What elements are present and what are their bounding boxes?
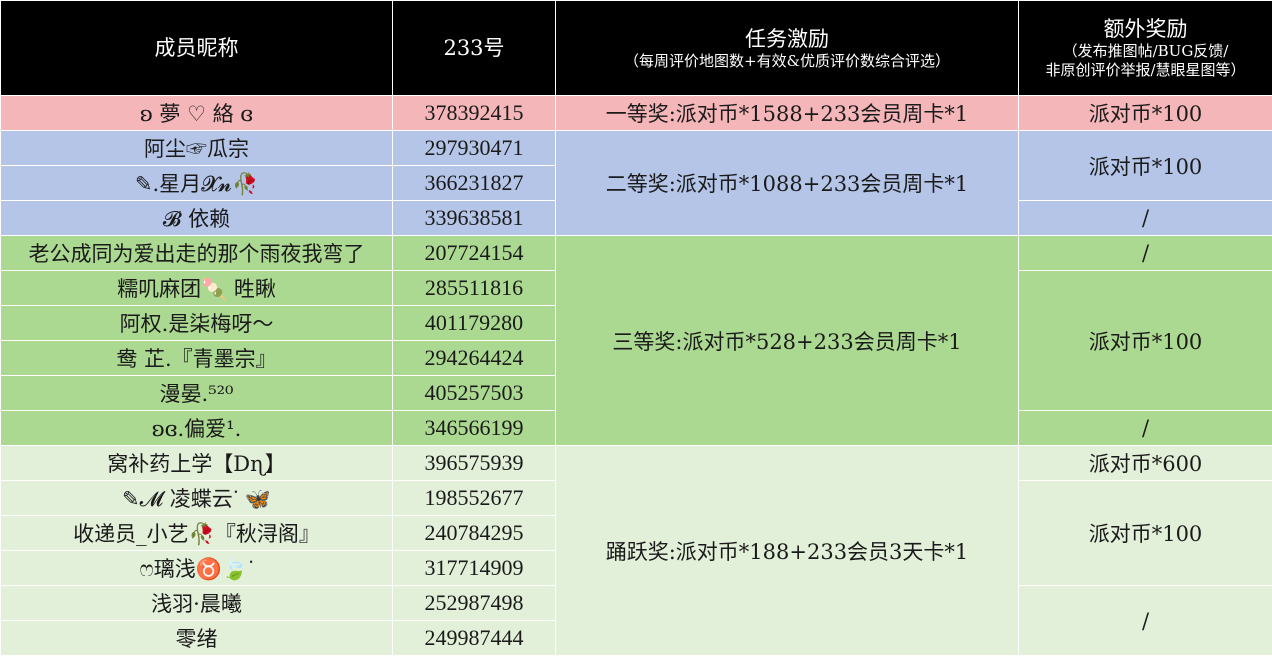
member-name: 阿权.是柒梅呀～ (0, 305, 393, 341)
member-id: 294264424 (392, 340, 556, 376)
member-name: ✎𝓜 凌蝶云ᐝ 🦋 (0, 480, 393, 516)
extra-reward: 派对币*600 (1018, 445, 1272, 481)
member-id: 252987498 (392, 585, 556, 621)
member-id: 346566199 (392, 410, 556, 446)
header-name: 成员昵称 (0, 0, 393, 96)
member-id: 401179280 (392, 305, 556, 341)
header-extra-subtitle-2: 非原创评价举报/慧眼星图等） (1045, 61, 1246, 79)
member-name: 糯叽麻团🍡 甠瞅 (0, 270, 393, 306)
extra-reward: / (1018, 200, 1272, 236)
table-row: ʚ 夢 ♡ 絡 ɞ 378392415 一等奖:派对币*1588+233会员周卡… (0, 95, 1272, 131)
member-id: 249987444 (392, 620, 556, 656)
extra-reward: / (1018, 585, 1272, 656)
tier-third: 三等奖:派对币*528+233会员周卡*1 (555, 235, 1019, 446)
member-id: 405257503 (392, 375, 556, 411)
header-extra-subtitle-1: （发布推图帖/BUG反馈/ (1062, 42, 1229, 60)
extra-reward: 派对币*100 (1018, 270, 1272, 411)
member-id: 240784295 (392, 515, 556, 551)
member-id: 339638581 (392, 200, 556, 236)
extra-reward: / (1018, 235, 1272, 271)
member-name: 浅羽·晨曦 (0, 585, 393, 621)
table-row: 阿尘☞瓜宗 297930471 二等奖:派对币*1088+233会员周卡*1 派… (0, 130, 1272, 236)
table-row: 窝补药上学【Dɳ】 396575939 踊跃奖:派对币*188+233会员3天卡… (0, 445, 1272, 656)
member-id: 198552677 (392, 480, 556, 516)
extra-reward: 派对币*100 (1018, 95, 1272, 131)
header-row: 成员昵称 233号 任务激励 （每周评价地图数+有效&优质评价数综合评选） 额外… (0, 0, 1272, 96)
member-name: 零绪 (0, 620, 393, 656)
member-name: 漫晏.⁵²⁰ (0, 375, 393, 411)
member-name: 老公成同为爱出走的那个雨夜我弯了 (0, 235, 393, 271)
member-name: 鸯 芷.『青墨宗』 (0, 340, 393, 376)
tier-second: 二等奖:派对币*1088+233会员周卡*1 (555, 130, 1019, 236)
member-name: ✎.星月𝓧𝓷🥀 (0, 165, 393, 201)
header-task: 任务激励 （每周评价地图数+有效&优质评价数综合评选） (555, 0, 1019, 96)
tier-active: 踊跃奖:派对币*188+233会员3天卡*1 (555, 445, 1019, 656)
tier-first: 一等奖:派对币*1588+233会员周卡*1 (555, 95, 1019, 131)
member-id: 378392415 (392, 95, 556, 131)
member-name: ʚɞ.偏爱¹. (0, 410, 393, 446)
header-task-subtitle: （每周评价地图数+有效&优质评价数综合评选） (624, 51, 950, 70)
extra-reward: / (1018, 410, 1272, 446)
reward-table: 成员昵称 233号 任务激励 （每周评价地图数+有效&优质评价数综合评选） 额外… (0, 0, 1272, 656)
member-id: 317714909 (392, 550, 556, 586)
member-id: 297930471 (392, 130, 556, 166)
header-extra: 额外奖励 （发布推图帖/BUG反馈/ 非原创评价举报/慧眼星图等） (1018, 0, 1272, 96)
member-id: 366231827 (392, 165, 556, 201)
extra-reward: 派对币*100 (1018, 130, 1272, 201)
member-id: 396575939 (392, 445, 556, 481)
member-name: 𝓑 依赖 (0, 200, 393, 236)
header-id: 233号 (392, 0, 556, 96)
member-id: 285511816 (392, 270, 556, 306)
header-extra-title: 额外奖励 (1103, 17, 1188, 41)
member-name: 窝补药上学【Dɳ】 (0, 445, 393, 481)
member-name: ʚ 夢 ♡ 絡 ɞ (0, 95, 393, 131)
member-id: 207724154 (392, 235, 556, 271)
member-name: ෆ璃浅♉🍃ᐝ (0, 550, 393, 586)
table-row: 老公成同为爱出走的那个雨夜我弯了 207724154 三等奖:派对币*528+2… (0, 235, 1272, 446)
member-name: 收递员_小艺🥀『秋浔阁』 (0, 515, 393, 551)
extra-reward: 派对币*100 (1018, 480, 1272, 586)
member-name: 阿尘☞瓜宗 (0, 130, 393, 166)
header-task-title: 任务激励 (745, 26, 829, 51)
